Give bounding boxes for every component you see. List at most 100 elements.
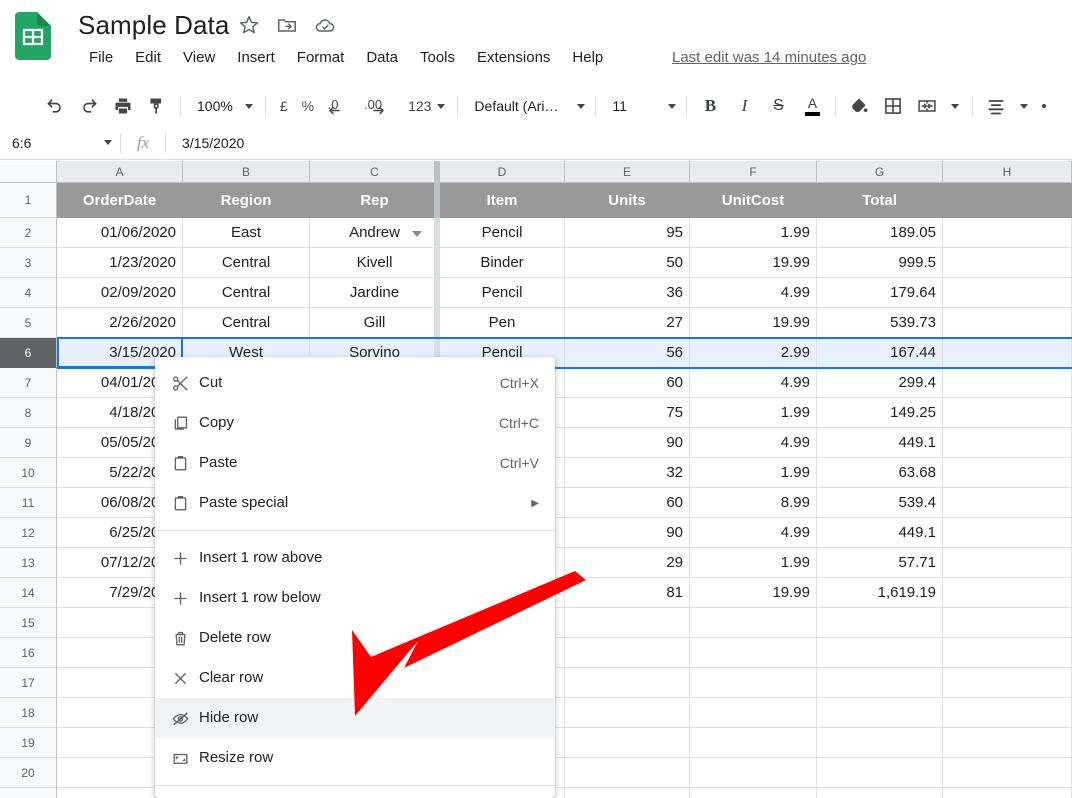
row-header-4[interactable]: 4 <box>0 278 57 308</box>
context-menu-item-insert-1-row-above[interactable]: Insert 1 row above <box>155 538 555 578</box>
cell-G16[interactable] <box>817 638 943 668</box>
font-family-selector[interactable]: Default (Ari… <box>464 91 589 121</box>
menu-extensions[interactable]: Extensions <box>466 45 561 71</box>
cell-G2[interactable]: 189.05 <box>817 218 943 248</box>
paint-format-icon[interactable] <box>142 91 172 121</box>
horizontal-align-dropdown[interactable] <box>1015 91 1033 121</box>
column-header-f[interactable]: F <box>690 161 817 183</box>
cell-F8[interactable]: 1.99 <box>690 398 817 428</box>
row-header-15[interactable]: 15 <box>0 608 57 638</box>
cell-E21[interactable] <box>565 788 690 798</box>
cell-H9[interactable] <box>943 428 1072 458</box>
row-header-1[interactable]: 1 <box>0 183 57 218</box>
cell-A3[interactable]: 1/23/2020 <box>57 248 183 278</box>
context-menu-item-hide-row[interactable]: Hide row <box>155 698 555 738</box>
increase-decimal-icon[interactable]: .00 <box>360 91 398 121</box>
cell-E4[interactable]: 36 <box>565 278 690 308</box>
cell-F11[interactable]: 8.99 <box>690 488 817 518</box>
cell-E20[interactable] <box>565 758 690 788</box>
column-header-h[interactable]: H <box>943 161 1072 183</box>
cell-H13[interactable] <box>943 548 1072 578</box>
cell-D3[interactable]: Binder <box>440 248 565 278</box>
column-header-e[interactable]: E <box>565 161 690 183</box>
header-cell-F[interactable]: UnitCost <box>690 183 817 218</box>
cell-H2[interactable] <box>943 218 1072 248</box>
row-header-3[interactable]: 3 <box>0 248 57 278</box>
cell-B2[interactable]: East <box>183 218 310 248</box>
cell-H8[interactable] <box>943 398 1072 428</box>
row-header-14[interactable]: 14 <box>0 578 57 608</box>
cell-B3[interactable]: Central <box>183 248 310 278</box>
context-menu-item-cut[interactable]: Cut Ctrl+X <box>155 363 555 403</box>
cell-H18[interactable] <box>943 698 1072 728</box>
cell-G17[interactable] <box>817 668 943 698</box>
borders-icon[interactable] <box>878 91 908 121</box>
cell-F19[interactable] <box>690 728 817 758</box>
context-menu-item-delete-row[interactable]: Delete row <box>155 618 555 658</box>
column-header-a[interactable]: A <box>57 161 183 183</box>
header-cell-G[interactable]: Total <box>817 183 943 218</box>
cell-H6[interactable] <box>943 338 1072 368</box>
context-menu-item-clear-row[interactable]: Clear row <box>155 658 555 698</box>
row-header-19[interactable]: 19 <box>0 728 57 758</box>
cell-F2[interactable]: 1.99 <box>690 218 817 248</box>
horizontal-align-icon[interactable] <box>981 91 1011 121</box>
cell-G19[interactable] <box>817 728 943 758</box>
menu-insert[interactable]: Insert <box>226 45 286 71</box>
cell-E10[interactable]: 32 <box>565 458 690 488</box>
row-header-12[interactable]: 12 <box>0 518 57 548</box>
header-cell-H[interactable] <box>943 183 1072 218</box>
more-toolbar-options-icon[interactable] <box>1037 91 1051 121</box>
row-header-9[interactable]: 9 <box>0 428 57 458</box>
cell-G21[interactable] <box>817 788 943 798</box>
column-header-d[interactable]: D <box>440 161 565 183</box>
cell-F7[interactable]: 4.99 <box>690 368 817 398</box>
cell-F14[interactable]: 19.99 <box>690 578 817 608</box>
strikethrough-button[interactable]: S <box>763 91 793 121</box>
context-menu-item-paste[interactable]: Paste Ctrl+V <box>155 443 555 483</box>
italic-button[interactable]: I <box>729 91 759 121</box>
cell-D4[interactable]: Pencil <box>440 278 565 308</box>
cell-F15[interactable] <box>690 608 817 638</box>
cell-H12[interactable] <box>943 518 1072 548</box>
cell-F9[interactable]: 4.99 <box>690 428 817 458</box>
font-size-selector[interactable]: 11 <box>602 91 680 121</box>
cell-F17[interactable] <box>690 668 817 698</box>
cell-G3[interactable]: 999.5 <box>817 248 943 278</box>
cell-E3[interactable]: 50 <box>565 248 690 278</box>
cell-F12[interactable]: 4.99 <box>690 518 817 548</box>
menu-tools[interactable]: Tools <box>409 45 466 71</box>
cell-F5[interactable]: 19.99 <box>690 308 817 338</box>
cell-H21[interactable] <box>943 788 1072 798</box>
cell-C3[interactable]: Kivell <box>310 248 440 278</box>
cell-G6[interactable]: 167.44 <box>817 338 943 368</box>
cell-E9[interactable]: 90 <box>565 428 690 458</box>
cell-F13[interactable]: 1.99 <box>690 548 817 578</box>
frozen-column-divider-header[interactable] <box>434 161 440 183</box>
cell-C4[interactable]: Jardine <box>310 278 440 308</box>
header-cell-A[interactable]: OrderDate <box>57 183 183 218</box>
cell-F18[interactable] <box>690 698 817 728</box>
menu-data[interactable]: Data <box>355 45 409 71</box>
context-menu-item-paste-special[interactable]: Paste special ▶ <box>155 483 555 523</box>
row-header-2[interactable]: 2 <box>0 218 57 248</box>
cell-H19[interactable] <box>943 728 1072 758</box>
print-icon[interactable] <box>108 91 138 121</box>
last-edit-status[interactable]: Last edit was 14 minutes ago <box>672 47 866 69</box>
cell-H16[interactable] <box>943 638 1072 668</box>
select-all-corner[interactable] <box>0 161 57 183</box>
cell-E14[interactable]: 81 <box>565 578 690 608</box>
google-sheets-logo[interactable] <box>15 12 51 60</box>
currency-format-button[interactable]: £ <box>272 91 294 121</box>
cell-F4[interactable]: 4.99 <box>690 278 817 308</box>
header-cell-B[interactable]: Region <box>183 183 310 218</box>
text-color-button[interactable]: A <box>797 91 827 121</box>
cell-B5[interactable]: Central <box>183 308 310 338</box>
menu-file[interactable]: File <box>78 45 124 71</box>
redo-icon[interactable] <box>74 91 104 121</box>
cell-F21[interactable] <box>690 788 817 798</box>
context-menu-item-copy[interactable]: Copy Ctrl+C <box>155 403 555 443</box>
row-header-21[interactable]: 21 <box>0 788 57 798</box>
merge-cells-icon[interactable] <box>912 91 942 121</box>
cell-E8[interactable]: 75 <box>565 398 690 428</box>
